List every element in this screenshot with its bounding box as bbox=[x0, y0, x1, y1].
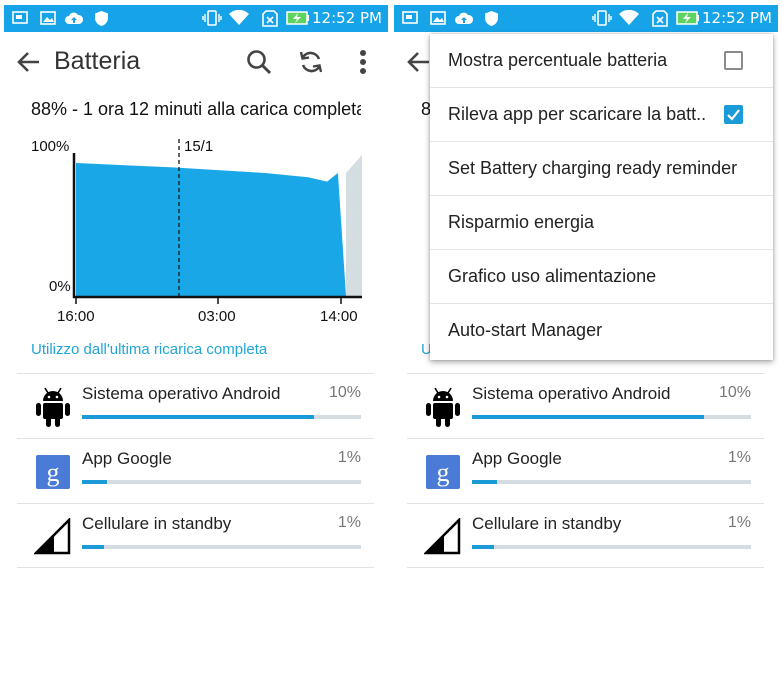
y-tick-label: 0% bbox=[49, 278, 71, 295]
status-time: 12:52 PM bbox=[702, 9, 772, 27]
cell-signal-icon bbox=[423, 516, 463, 558]
no-sim-icon bbox=[650, 9, 670, 27]
usage-bar-fill bbox=[82, 415, 314, 419]
usage-bar-fill bbox=[82, 545, 105, 549]
y-tick-label: 100% bbox=[31, 138, 69, 155]
page-title: Batteria bbox=[54, 47, 141, 75]
date-marker-label: 15/1 bbox=[184, 138, 213, 155]
screenshot-notification-icon bbox=[401, 9, 419, 27]
usage-bar-fill bbox=[472, 415, 704, 419]
android-robot-icon bbox=[33, 386, 73, 428]
usage-item-name: Sistema operativo Android bbox=[82, 384, 281, 403]
battery-charging-icon bbox=[286, 9, 310, 27]
usage-list: Sistema operativo Android 10% g App Goog… bbox=[17, 373, 374, 568]
checkbox-checked[interactable] bbox=[724, 105, 743, 124]
menu-item-label: Risparmio energia bbox=[448, 212, 595, 232]
usage-item-name: App Google bbox=[82, 449, 172, 468]
android-robot-icon bbox=[423, 386, 463, 428]
usage-item-android-os[interactable]: Sistema operativo Android 10% bbox=[407, 373, 764, 438]
checkbox-unchecked[interactable] bbox=[724, 51, 743, 70]
status-bar: 12:52 PM bbox=[4, 5, 388, 32]
usage-bar-fill bbox=[472, 545, 495, 549]
overflow-menu: Mostra percentuale batteria Rileva app p… bbox=[430, 34, 773, 360]
app-bar: Batteria bbox=[4, 32, 388, 94]
svg-text:g: g bbox=[47, 458, 60, 487]
screenshot-notification-icon bbox=[11, 9, 29, 27]
x-tick-label: 03:00 bbox=[198, 308, 236, 325]
section-header: Utilizzo dall'ultima ricarica completa bbox=[31, 341, 268, 358]
vibrate-icon bbox=[592, 9, 612, 27]
menu-item-label: Mostra percentuale batteria bbox=[448, 50, 668, 70]
google-g-icon: g bbox=[33, 451, 73, 493]
battery-summary-text: 88% - 1 ora 12 minuti alla carica comple… bbox=[31, 99, 361, 119]
gallery-notification-icon bbox=[39, 9, 57, 27]
menu-item-power-usage-graph[interactable]: Grafico uso alimentazione bbox=[430, 250, 773, 304]
usage-item-percent: 10% bbox=[328, 384, 361, 401]
usage-list: Sistema operativo Android 10% g App Goog… bbox=[407, 373, 764, 568]
usage-bar-track bbox=[82, 545, 361, 549]
battery-charging-icon bbox=[676, 9, 700, 27]
menu-item-auto-start-manager[interactable]: Auto-start Manager bbox=[430, 304, 773, 358]
cloud-upload-icon bbox=[454, 9, 474, 27]
refresh-icon[interactable] bbox=[296, 47, 326, 77]
usage-item-google-app[interactable]: g App Google 1% bbox=[407, 438, 764, 503]
menu-item-charging-reminder[interactable]: Set Battery charging ready reminder bbox=[430, 142, 773, 196]
x-tick-label: 14:00 bbox=[320, 308, 358, 325]
menu-item-power-saving[interactable]: Risparmio energia bbox=[430, 196, 773, 250]
svg-text:g: g bbox=[437, 458, 450, 487]
cloud-upload-icon bbox=[64, 9, 84, 27]
usage-bar-track bbox=[472, 415, 751, 419]
usage-item-name: App Google bbox=[472, 449, 562, 468]
usage-item-name: Sistema operativo Android bbox=[472, 384, 671, 403]
no-sim-icon bbox=[260, 9, 280, 27]
more-options-icon[interactable] bbox=[348, 47, 378, 77]
usage-item-percent: 1% bbox=[337, 449, 361, 466]
usage-item-percent: 1% bbox=[337, 514, 361, 531]
menu-item-label: Auto-start Manager bbox=[448, 320, 603, 340]
shield-icon bbox=[92, 9, 110, 27]
usage-item-cell-standby[interactable]: Cellulare in standby 1% bbox=[407, 503, 764, 568]
vibrate-icon bbox=[202, 9, 222, 27]
menu-item-label: Rileva app per scaricare la batt.. bbox=[448, 104, 707, 124]
usage-bar-track bbox=[472, 480, 751, 484]
battery-level-area bbox=[76, 163, 346, 296]
usage-bar-fill bbox=[472, 480, 498, 484]
search-icon[interactable] bbox=[244, 47, 274, 77]
menu-item-label: Grafico uso alimentazione bbox=[448, 266, 657, 286]
cell-signal-icon bbox=[33, 516, 73, 558]
wifi-icon bbox=[227, 9, 251, 27]
usage-bar-track bbox=[82, 415, 361, 419]
usage-item-name: Cellulare in standby bbox=[82, 514, 232, 533]
google-g-icon: g bbox=[423, 451, 463, 493]
x-tick-label: 16:00 bbox=[57, 308, 95, 325]
battery-usage-chart: 100% 0% 15/1 16:00 03:00 14:00 bbox=[31, 138, 362, 325]
menu-item-show-battery-percentage[interactable]: Mostra percentuale batteria bbox=[430, 34, 773, 88]
usage-item-cell-standby[interactable]: Cellulare in standby 1% bbox=[17, 503, 374, 568]
usage-item-android-os[interactable]: Sistema operativo Android 10% bbox=[17, 373, 374, 438]
status-time: 12:52 PM bbox=[312, 9, 382, 27]
usage-item-name: Cellulare in standby bbox=[472, 514, 622, 533]
status-bar: 12:52 PM bbox=[394, 5, 778, 32]
usage-item-percent: 1% bbox=[727, 449, 751, 466]
usage-bar-fill bbox=[82, 480, 108, 484]
battery-screen-right: 12:52 PM 88% - 1 ora 12 minuti alla cari… bbox=[394, 5, 778, 695]
menu-item-label: Set Battery charging ready reminder bbox=[448, 158, 738, 178]
usage-item-google-app[interactable]: g App Google 1% bbox=[17, 438, 374, 503]
shield-icon bbox=[482, 9, 500, 27]
gallery-notification-icon bbox=[429, 9, 447, 27]
usage-bar-track bbox=[472, 545, 751, 549]
menu-item-detect-draining-apps[interactable]: Rileva app per scaricare la batt.. bbox=[430, 88, 773, 142]
usage-bar-track bbox=[82, 480, 361, 484]
usage-item-percent: 1% bbox=[727, 514, 751, 531]
wifi-icon bbox=[617, 9, 641, 27]
usage-item-percent: 10% bbox=[718, 384, 751, 401]
projected-charge-area bbox=[346, 155, 362, 296]
battery-screen-left: 12:52 PM Batteria 88% - 1 ora 12 minuti … bbox=[4, 5, 388, 695]
back-arrow-icon[interactable] bbox=[16, 49, 44, 77]
